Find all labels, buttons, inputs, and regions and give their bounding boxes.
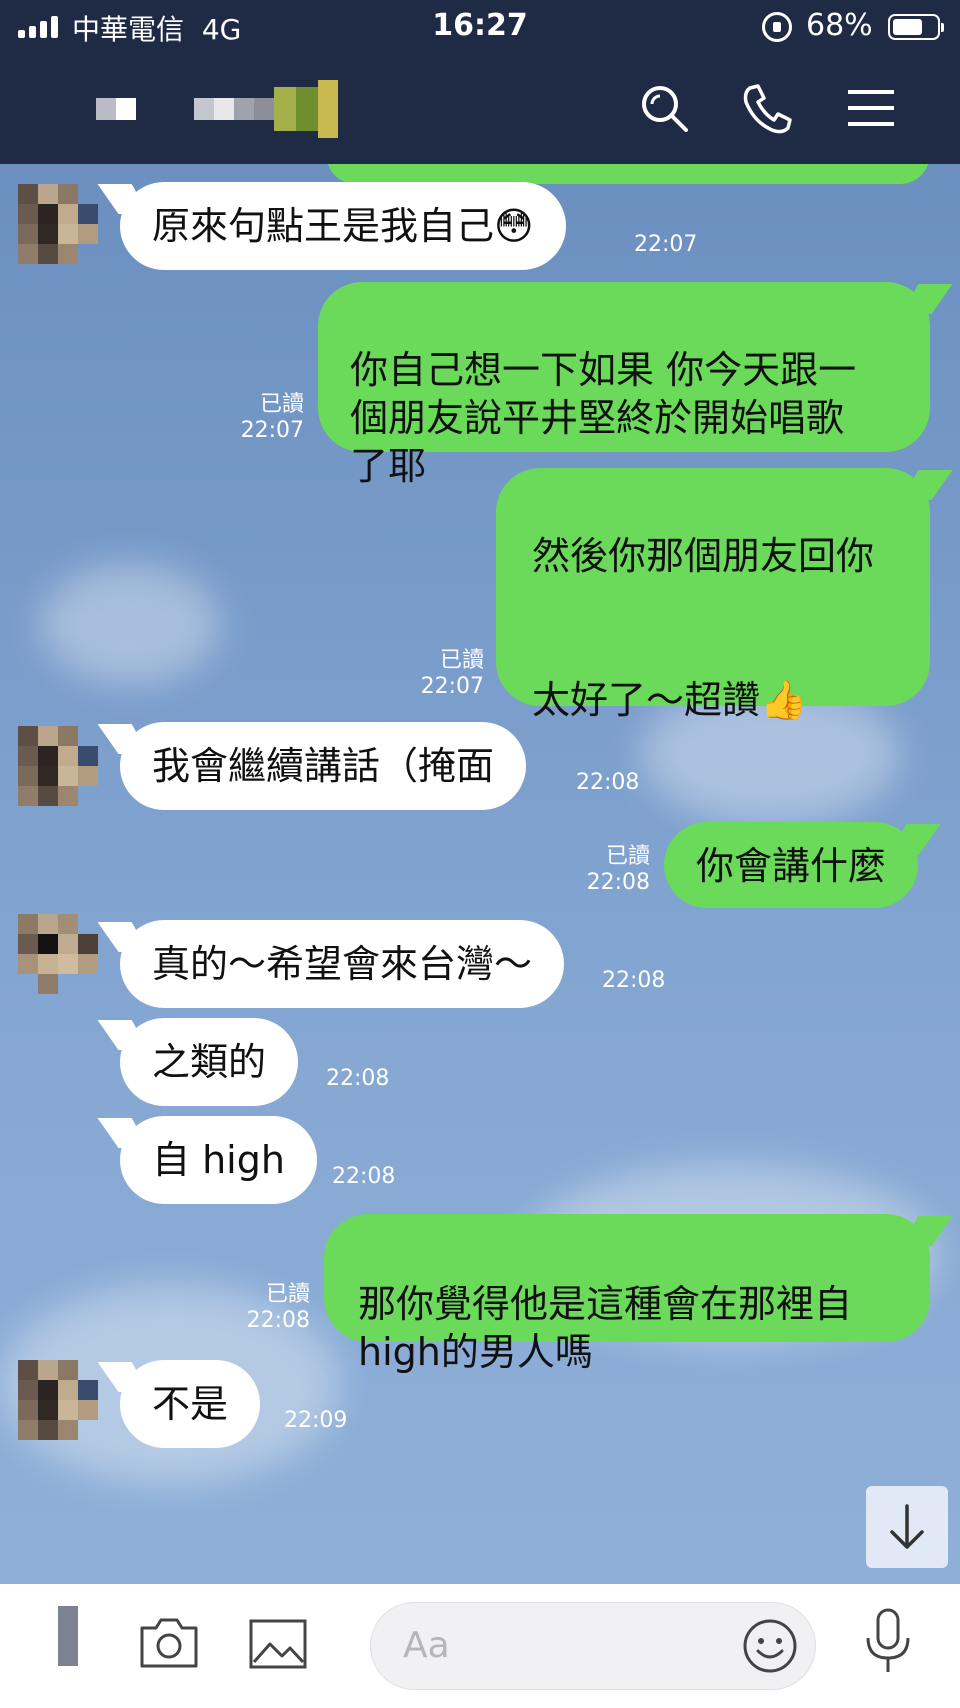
avatar[interactable] xyxy=(18,914,98,994)
message-time: 22:09 xyxy=(284,1408,348,1433)
read-receipt: 已讀 22:07 xyxy=(240,392,304,443)
image-icon xyxy=(249,1619,307,1669)
message-text: 你會講什麼 xyxy=(696,844,887,888)
image-button[interactable] xyxy=(248,1618,308,1670)
input-bar: Aa xyxy=(0,1584,960,1708)
message-text: 然後你那個朋友回你 太好了～超讚👍 xyxy=(532,534,875,722)
message-bubble-incoming[interactable]: 自 high xyxy=(120,1116,317,1204)
message-text: 真的～希望會來台灣～ xyxy=(152,942,533,986)
message-time: 22:08 xyxy=(602,968,666,993)
message-bubble-outgoing[interactable]: 你會講什麼 xyxy=(664,822,919,908)
emoji-button[interactable] xyxy=(741,1617,799,1675)
message-time: 22:08 xyxy=(332,1164,396,1189)
message-bubble-outgoing[interactable]: 那你覺得他是這種會在那裡自 high的男人嗎 xyxy=(324,1214,930,1374)
microphone-button[interactable] xyxy=(862,1606,914,1678)
camera-icon xyxy=(140,1618,198,1668)
more-options-handle[interactable] xyxy=(58,1606,78,1666)
arrow-down-icon xyxy=(890,1504,924,1549)
menu-button[interactable] xyxy=(844,80,900,136)
message-bubble-outgoing[interactable]: 然後你那個朋友回你 太好了～超讚👍 xyxy=(496,468,930,722)
message-text: 你自己想一下如果 你今天跟一 個朋友說平井堅終於開始唱歌 了耶 xyxy=(350,348,857,488)
message-bubble-incoming[interactable]: 原來句點王是我自己😳 xyxy=(120,182,566,270)
message-bubble-incoming[interactable]: 真的～希望會來台灣～ xyxy=(120,920,565,1008)
message-text: 原來句點王是我自己😳 xyxy=(152,204,534,248)
read-receipt: 已讀 22:08 xyxy=(246,1282,310,1333)
chat-area[interactable]: 原來句點王是我自己😳 22:07 已讀 22:07 你自己想一下如果 你今天跟一 … xyxy=(0,164,960,1584)
avatar[interactable] xyxy=(18,1360,98,1440)
avatar[interactable] xyxy=(18,184,98,264)
message-text: 自 high xyxy=(152,1138,285,1182)
message-time: 22:08 xyxy=(326,1066,390,1091)
microphone-icon xyxy=(866,1608,910,1672)
read-receipt: 已讀 22:07 xyxy=(420,648,484,699)
status-bar: 中華電信 4G 16:27 68% xyxy=(0,0,960,54)
message-time: 22:08 xyxy=(576,770,640,795)
chat-header xyxy=(0,54,960,164)
message-text: 之類的 xyxy=(152,1040,267,1084)
call-button[interactable] xyxy=(738,80,794,136)
camera-button[interactable] xyxy=(138,1614,200,1670)
input-placeholder: Aa xyxy=(403,1625,450,1666)
search-button[interactable] xyxy=(636,80,692,136)
search-icon xyxy=(642,86,688,132)
contact-name-obscured xyxy=(96,80,338,138)
message-bubble-incoming[interactable]: 我會繼續講話（掩面 xyxy=(120,722,527,810)
menu-icon xyxy=(848,90,894,126)
message-text: 不是 xyxy=(152,1382,229,1426)
message-text: 我會繼續講話（掩面 xyxy=(152,744,495,788)
phone-icon xyxy=(743,84,792,134)
message-text: 那你覺得他是這種會在那裡自 high的男人嗎 xyxy=(358,1282,853,1374)
message-input[interactable]: Aa xyxy=(370,1602,816,1690)
avatar[interactable] xyxy=(18,726,98,806)
message-bubble-outgoing[interactable]: 你自己想一下如果 你今天跟一 個朋友說平井堅終於開始唱歌 了耶 xyxy=(318,282,930,488)
read-receipt: 已讀 22:08 xyxy=(586,844,650,895)
message-bubble-incoming[interactable]: 之類的 xyxy=(120,1018,299,1106)
scroll-to-bottom-button[interactable] xyxy=(866,1486,948,1568)
previous-message-bubble xyxy=(326,164,930,184)
message-bubble-incoming[interactable]: 不是 xyxy=(120,1360,261,1448)
message-time: 22:07 xyxy=(634,232,698,257)
rotation-lock-icon xyxy=(762,12,792,42)
emoji-icon xyxy=(743,1619,797,1673)
battery-percent: 68% xyxy=(806,8,873,43)
battery-icon xyxy=(888,14,944,40)
